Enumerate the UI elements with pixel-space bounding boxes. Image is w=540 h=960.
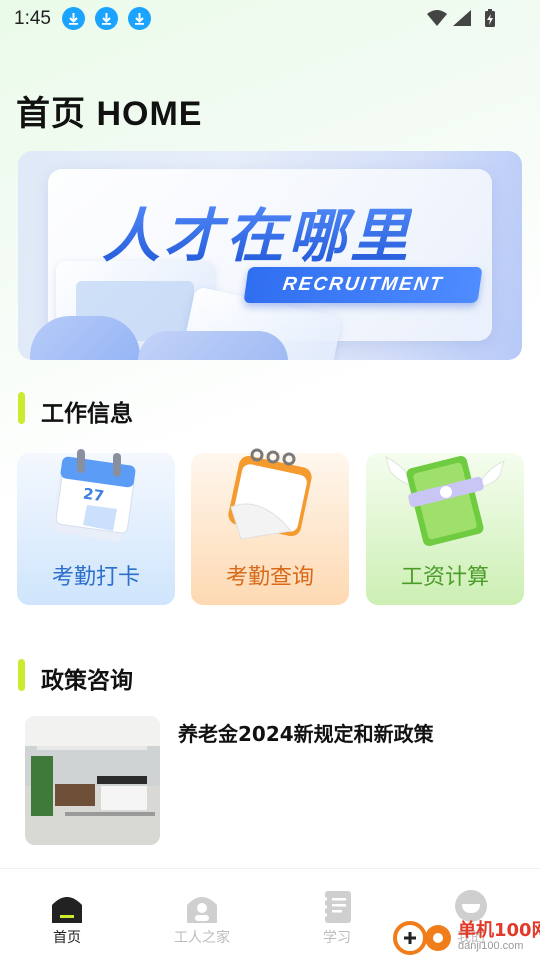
nav-item-worker-home[interactable]: 工人之家: [157, 869, 247, 960]
attendance-checkin-card[interactable]: 27 考勤打卡: [17, 449, 175, 605]
signal-icon: [453, 10, 471, 26]
notebook-icon: [320, 889, 354, 923]
section-title: 工作信息: [41, 401, 133, 427]
watermark: 单机100网 danji100.com: [392, 914, 540, 960]
status-time: 1:45: [14, 8, 51, 29]
banner-subtitle: RECRUITMENT: [243, 267, 483, 303]
decorative-shape: [138, 331, 288, 360]
article-thumbnail: [25, 716, 160, 845]
download-icon: [95, 7, 118, 30]
card-label: 考勤查询: [225, 565, 314, 590]
calendar-27-icon: 27: [17, 447, 175, 547]
article-title: 养老金2024新规定和新政策: [178, 722, 434, 746]
watermark-title: 单机100网: [458, 920, 540, 941]
policy-article-item[interactable]: 养老金2024新规定和新政策: [25, 716, 525, 846]
download-icon: [128, 7, 151, 30]
battery-charging-icon: [485, 9, 495, 27]
calendar-date-number: 27: [82, 485, 105, 506]
section-accent-bar: [18, 659, 25, 691]
banner-title: 人才在哪里: [102, 189, 412, 273]
nav-item-study[interactable]: 学习: [292, 869, 382, 960]
system-icons: [425, 8, 500, 34]
page-title: 首页 HOME: [16, 95, 203, 133]
winged-money-icon: [366, 447, 524, 547]
nav-item-home[interactable]: 首页: [22, 869, 112, 960]
recruitment-banner[interactable]: 人才在哪里 RECRUITMENT: [18, 151, 522, 360]
orange-calendar-icon: [191, 447, 349, 547]
nav-label: 首页: [53, 930, 81, 946]
attendance-query-card[interactable]: 考勤查询: [191, 448, 349, 605]
watermark-logo-icon: [393, 921, 451, 955]
section-accent-bar: [18, 392, 25, 424]
section-title: 政策咨询: [41, 668, 133, 694]
download-icon: [62, 7, 85, 30]
status-bar: 1:45: [0, 0, 540, 38]
nav-label: 工人之家: [174, 930, 230, 946]
wifi-icon: [427, 10, 447, 26]
worker-home-icon: [185, 889, 219, 923]
card-label: 工资计算: [400, 565, 489, 590]
watermark-url: danji100.com: [458, 940, 524, 952]
salary-calculator-card[interactable]: 工资计算: [366, 453, 524, 605]
home-icon: [50, 889, 84, 923]
nav-label: 学习: [323, 930, 351, 946]
card-label: 考勤打卡: [51, 565, 140, 590]
